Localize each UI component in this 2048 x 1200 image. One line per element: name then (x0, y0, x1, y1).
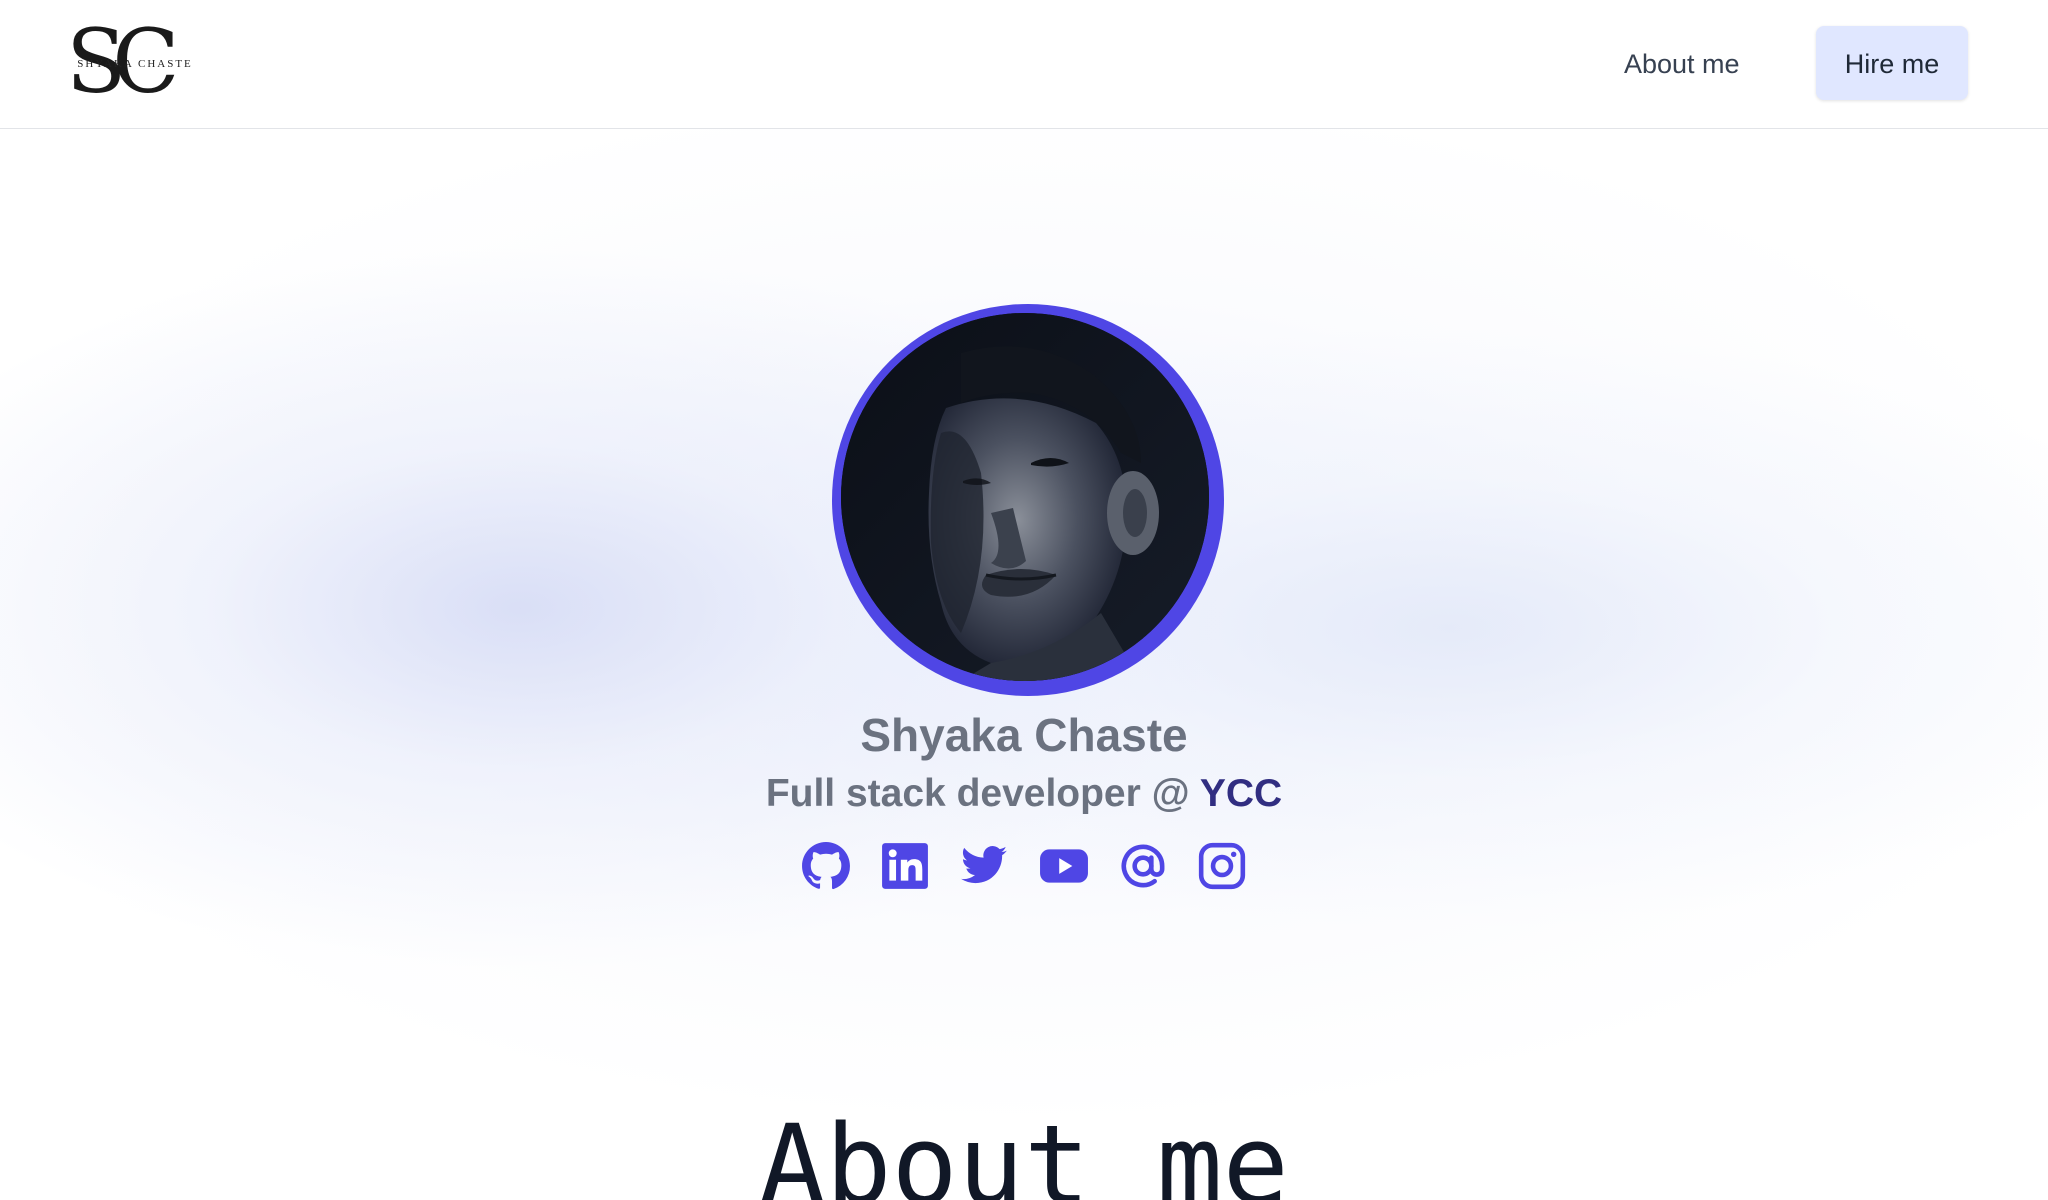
role-company: YCC (1199, 772, 1283, 815)
youtube-link[interactable] (1036, 838, 1092, 894)
role-prefix: Full stack developer @ (765, 772, 1200, 815)
about-section-heading: About me (759, 1101, 1289, 1200)
github-link[interactable] (798, 838, 854, 894)
twitter-link[interactable] (956, 838, 1012, 894)
linkedin-icon (882, 843, 929, 889)
email-icon (1121, 844, 1165, 888)
linkedin-link[interactable] (877, 838, 933, 894)
page: SC SHYAKA CHASTE About me Hire me Shyaka… (0, 0, 2048, 1200)
github-icon (802, 842, 850, 890)
avatar-ring (832, 304, 1224, 696)
avatar (841, 313, 1209, 681)
logo[interactable]: SC SHYAKA CHASTE (66, 12, 202, 112)
instagram-link[interactable] (1194, 838, 1250, 894)
social-links (798, 838, 1250, 894)
profile-name: Shyaka Chaste (860, 709, 1188, 761)
hire-me-button[interactable]: Hire me (1816, 26, 1968, 100)
site-header: SC SHYAKA CHASTE About me Hire me (0, 0, 2048, 129)
instagram-icon (1198, 842, 1246, 890)
email-link[interactable] (1115, 838, 1171, 894)
youtube-icon (1039, 849, 1088, 883)
avatar-photo (841, 313, 1209, 681)
twitter-icon (961, 846, 1008, 884)
logo-subtitle: SHYAKA CHASTE (77, 58, 193, 70)
profile-role: Full stack developer @ YCC (0, 772, 2048, 816)
nav-about-link[interactable]: About me (1600, 40, 1764, 88)
